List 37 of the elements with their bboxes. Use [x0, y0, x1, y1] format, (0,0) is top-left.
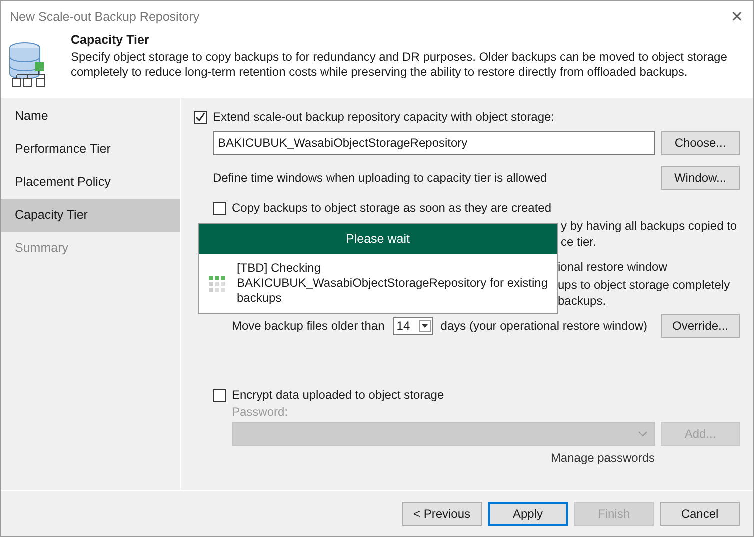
override-button[interactable]: Override...	[661, 314, 740, 338]
dialog-title: Please wait	[199, 224, 557, 254]
manage-passwords-link[interactable]: Manage passwords	[550, 451, 655, 465]
sidebar-item[interactable]: Placement Policy	[1, 166, 180, 199]
window-button[interactable]: Window...	[661, 166, 740, 190]
window-title: New Scale-out Backup Repository	[10, 10, 200, 24]
progress-icon	[209, 276, 225, 292]
wizard-button[interactable]: Apply	[488, 502, 568, 526]
time-windows-label: Define time windows when uploading to capacity tier is allowed	[213, 171, 548, 185]
move-label: Move backup files older than	[232, 319, 385, 333]
page-description: Specify object storage to copy backups to for redundancy and DR purposes. Older backups can be moved to object storage completely to reduce long-term retention costs while preserving the ability to restore directly from offloaded backups.	[71, 50, 728, 80]
days-spinner[interactable]: 14	[392, 317, 433, 335]
page-title: Capacity Tier	[71, 33, 150, 47]
wizard-button[interactable]: Cancel	[660, 502, 740, 526]
close-button[interactable]: ×	[731, 6, 743, 26]
choose-button[interactable]: Choose...	[661, 131, 740, 155]
wizard-button[interactable]: < Previous	[402, 502, 482, 526]
checkbox[interactable]	[213, 202, 226, 214]
database-icon	[8, 42, 48, 88]
description-text: backups.	[558, 293, 606, 309]
checkbox[interactable]	[213, 388, 226, 402]
days-label: days (your operational restore window)	[440, 319, 649, 333]
sidebar-item[interactable]: Capacity Tier	[1, 199, 180, 232]
sidebar-item[interactable]: Performance Tier	[1, 133, 180, 166]
chevron-down-icon	[638, 430, 648, 438]
description-text: ional restore window	[558, 259, 668, 275]
repository-field[interactable]: BAKICUBUK_WasabiObjectStorageRepository	[213, 131, 655, 155]
checkbox[interactable]	[194, 110, 207, 124]
sidebar-item[interactable]: Name	[1, 100, 180, 133]
password-label: Password:	[231, 404, 290, 420]
description-text: ce tier.	[561, 234, 596, 250]
dialog-message: [TBD] Checking BAKICUBUK_WasabiObjectStorageRepository for existing backups	[237, 261, 550, 306]
checkbox-label: Copy backups to object storage as soon as they are created	[232, 201, 552, 215]
description-text: y by having all backups copied to	[561, 218, 738, 234]
checkbox-label: Encrypt data uploaded to object storage	[232, 388, 444, 402]
description-text: ups to object storage completely	[558, 277, 730, 293]
checkbox-label: Extend scale-out backup repository capacity with object storage:	[213, 110, 555, 124]
